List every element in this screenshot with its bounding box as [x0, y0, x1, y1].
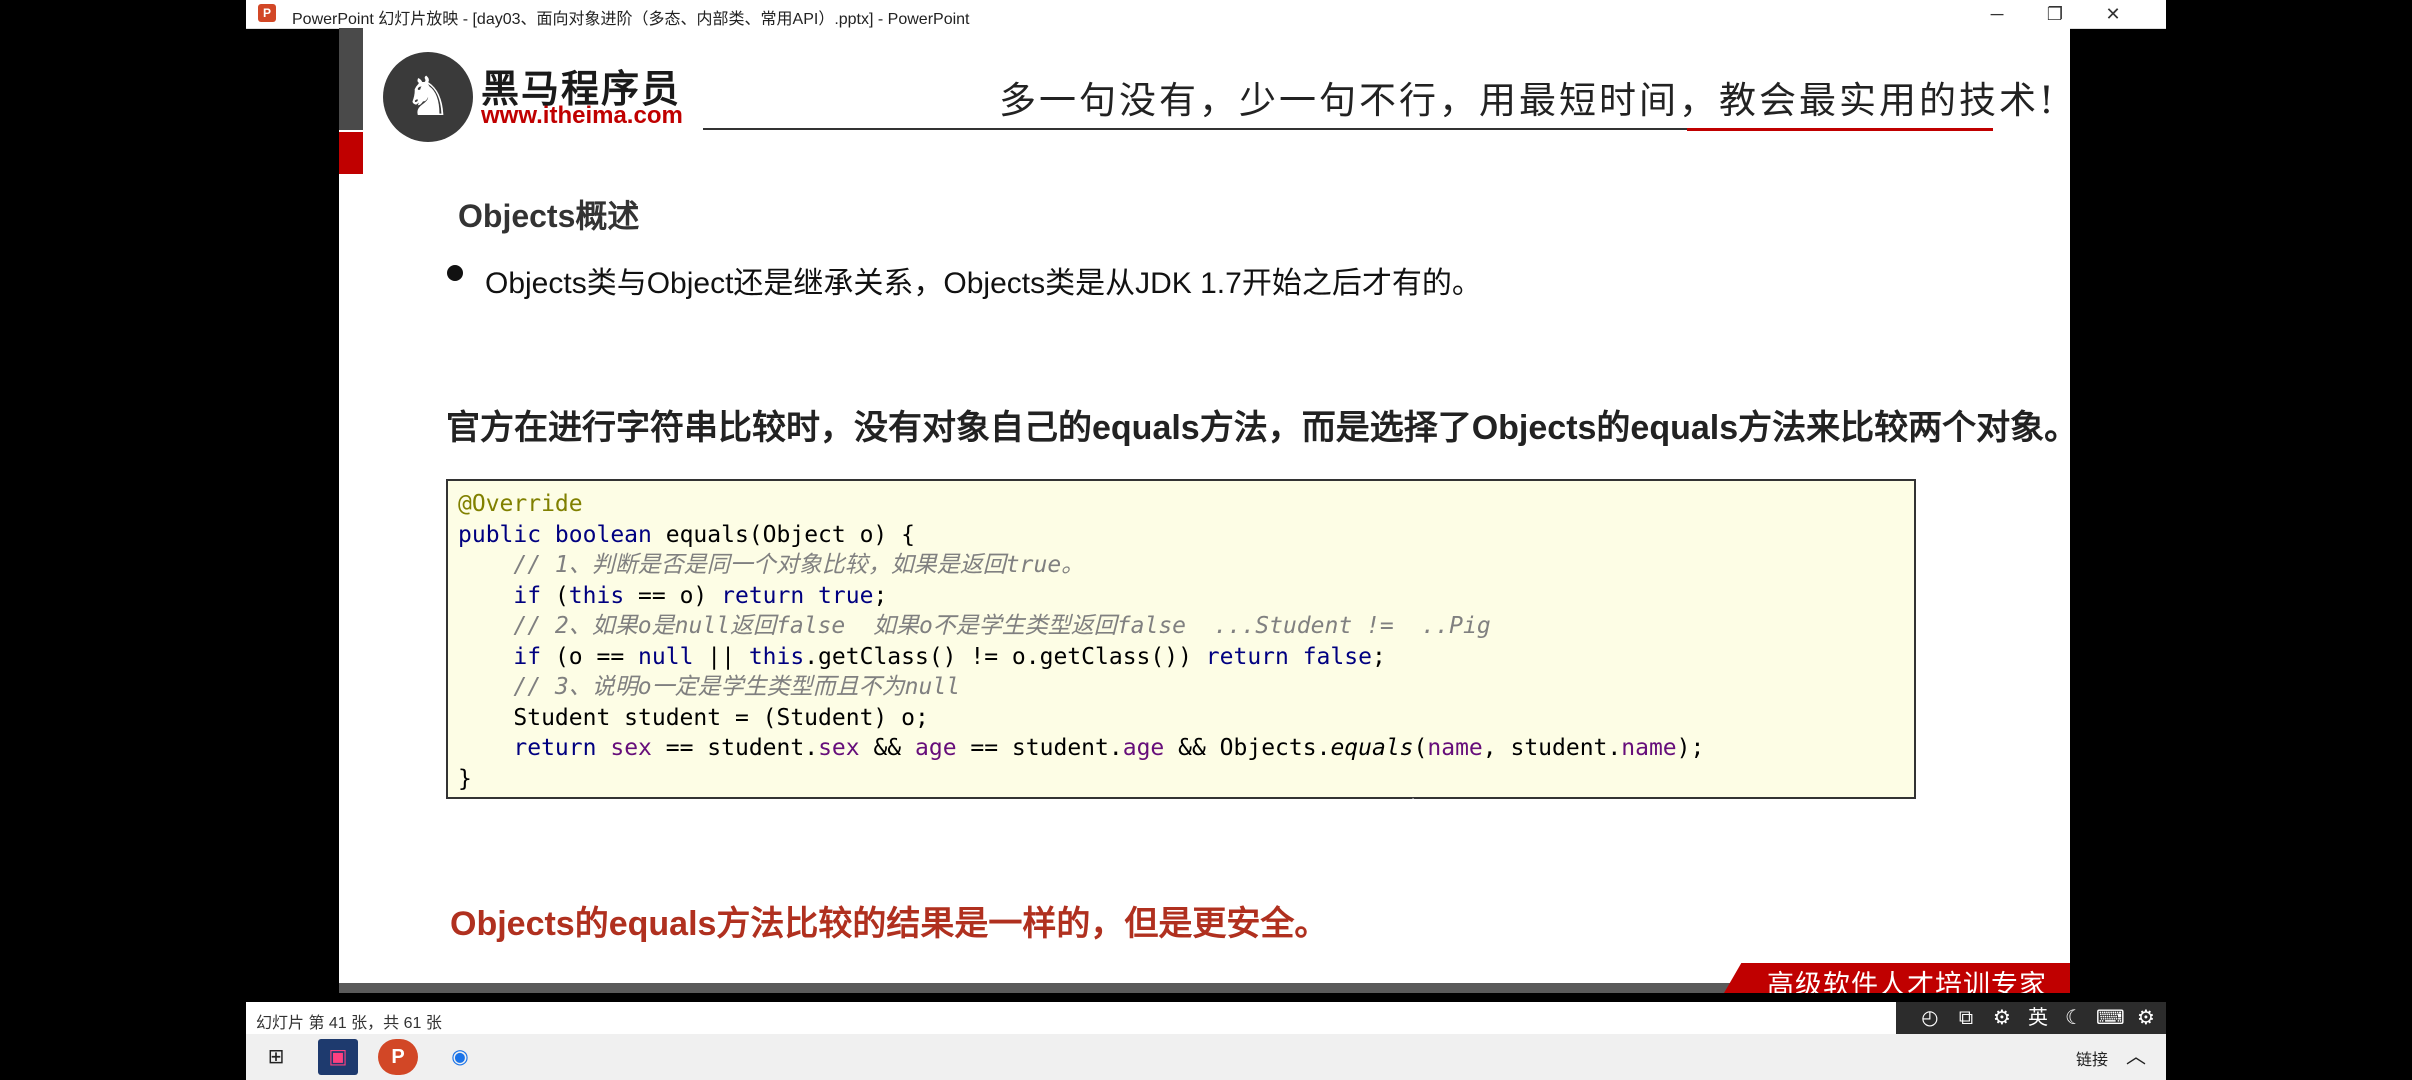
- code-keyword: this: [748, 643, 805, 670]
- code-comment: // 1、判断是否是同一个对象比较，如果是返回true。: [458, 552, 1085, 578]
- code-text: );: [1676, 735, 1705, 761]
- slides-view-icon[interactable]: ⧉: [1952, 1004, 1980, 1032]
- code-keyword: return: [513, 735, 597, 761]
- code-field: sex: [610, 735, 652, 761]
- code-keyword: null: [638, 643, 694, 670]
- header-divider-accent: [1687, 128, 1993, 131]
- code-block: @Override public boolean equals(Object o…: [446, 479, 1916, 799]
- code-text: == student.: [956, 735, 1123, 761]
- minimize-button[interactable]: ─: [1968, 0, 2026, 28]
- statement-text: 官方在进行字符串比较时，没有对象自己的equals方法，而是选择了Objects…: [446, 409, 2070, 447]
- bullet-text: Objects类与Object还是继承关系，Objects类是从JDK 1.7开…: [485, 267, 1482, 300]
- code-comment: // 3、说明o一定是学生类型而且不为null: [458, 674, 961, 700]
- slideshow-controls: ◴ ⧉ ⚙ 英 ☾ ⌨ ⚙: [1896, 1002, 2166, 1034]
- code-content: @Override public boolean equals(Object o…: [458, 489, 1704, 794]
- intellij-idea-icon[interactable]: ▣: [318, 1039, 358, 1075]
- code-line: }: [458, 765, 472, 792]
- tray-expand-icon[interactable]: ︿: [2126, 1040, 2146, 1069]
- code-text: , student.: [1482, 735, 1622, 761]
- ime-english-icon[interactable]: 英: [2024, 1004, 2052, 1032]
- powerpoint-taskbar-icon[interactable]: P: [378, 1039, 418, 1075]
- code-field: age: [915, 735, 957, 761]
- code-keyword: this: [568, 582, 625, 609]
- keyboard-icon[interactable]: ⌨: [2096, 1004, 2125, 1032]
- code-text: ;: [1371, 643, 1386, 670]
- code-line: if (o == null || this.getClass() != o.ge…: [458, 642, 1704, 673]
- horse-logo-icon: ♞: [403, 67, 453, 127]
- code-line: public boolean equals(Object o) {: [458, 520, 1704, 551]
- restore-button[interactable]: ❐: [2026, 0, 2084, 28]
- code-field: name: [1621, 735, 1677, 761]
- bullet-icon: [447, 265, 463, 281]
- code-field: age: [1122, 735, 1165, 761]
- windows-start-icon[interactable]: ⊞: [256, 1039, 296, 1075]
- code-text: == student.: [651, 735, 819, 761]
- code-keyword: return true: [721, 582, 874, 609]
- header-slogan: 多一句没有，少一句不行，用最短时间，教会最实用的技术!: [999, 79, 2057, 122]
- slide-canvas[interactable]: ♞ 黑马程序员 www.itheima.com 多一句没有，少一句不行，用最短时…: [339, 28, 2070, 993]
- slide-accent-gray: [339, 28, 363, 130]
- code-text: ;: [873, 582, 888, 609]
- code-text: (: [541, 582, 569, 609]
- powerpoint-icon: P: [258, 4, 276, 22]
- slide-counter: 幻灯片 第 41 张，共 61 张: [256, 1015, 442, 1032]
- code-text: ||: [693, 643, 749, 670]
- code-text: == o): [624, 582, 722, 609]
- code-line: return sex == student.sex && age == stud…: [458, 733, 1704, 764]
- code-line: if (this == o) return true;: [458, 581, 1704, 612]
- code-text: (: [1413, 735, 1428, 761]
- code-text: &&: [859, 735, 915, 761]
- code-text: equals(Object o) {: [651, 521, 915, 548]
- conclusion-text: Objects的equals方法比较的结果是一样的，但是更安全。: [450, 905, 1329, 943]
- slide-accent-red: [339, 132, 363, 174]
- code-line: @Override: [458, 491, 583, 517]
- code-keyword: return false: [1205, 643, 1372, 670]
- code-line: Student student = (Student) o;: [458, 704, 929, 731]
- section-title: Objects概述: [458, 198, 640, 234]
- code-field: sex: [818, 735, 860, 761]
- logo-url: www.itheima.com: [481, 102, 683, 129]
- code-comment: // 2、如果o是null返回false 如果o不是学生类型返回false ..…: [458, 613, 1491, 639]
- chrome-icon[interactable]: ◉: [440, 1039, 480, 1075]
- footer-badge-text: 高级软件人才培训专家: [1767, 970, 2047, 993]
- status-bar: 幻灯片 第 41 张，共 61 张 ◴ ⧉ ⚙ 英 ☾ ⌨ ⚙: [246, 1002, 2166, 1034]
- taskbar: ⊞ ▣ P ◉ 链接 ︿: [246, 1034, 2166, 1080]
- tray-link-label[interactable]: 链接: [2076, 1046, 2108, 1070]
- code-text: .getClass() != o.getClass()): [804, 643, 1206, 670]
- settings-icon[interactable]: ⚙: [1988, 1004, 2016, 1032]
- code-keyword: if: [513, 582, 542, 609]
- code-field: name: [1427, 735, 1483, 761]
- itheima-logo: ♞: [383, 52, 473, 142]
- close-button[interactable]: ✕: [2084, 0, 2142, 28]
- timer-icon[interactable]: ◴: [1916, 1004, 1944, 1032]
- code-text: (o ==: [541, 643, 639, 670]
- code-method: equals: [1330, 735, 1414, 761]
- code-keyword: if: [513, 643, 542, 670]
- gear-icon[interactable]: ⚙: [2132, 1004, 2160, 1032]
- code-keyword: public boolean: [458, 521, 652, 548]
- window-titlebar: P PowerPoint 幻灯片放映 - [day03、面向对象进阶（多态、内部…: [246, 0, 2166, 29]
- code-text: && Objects.: [1164, 735, 1331, 761]
- moon-icon[interactable]: ☾: [2060, 1004, 2088, 1032]
- window-title: PowerPoint 幻灯片放映 - [day03、面向对象进阶（多态、内部类、…: [292, 11, 970, 28]
